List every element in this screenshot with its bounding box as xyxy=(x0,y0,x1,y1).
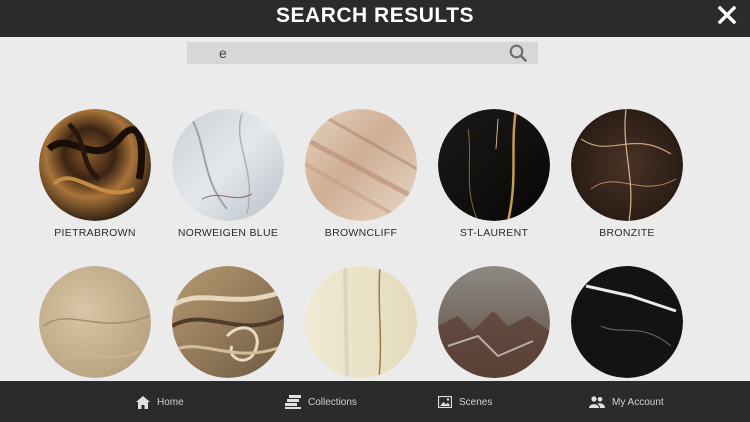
nav-collections[interactable]: Collections xyxy=(285,394,357,410)
result-item-pietrabrown[interactable]: PIETRABROWN xyxy=(39,109,151,239)
result-item[interactable] xyxy=(305,266,417,384)
stone-swatch[interactable] xyxy=(172,109,284,221)
stone-swatch[interactable] xyxy=(571,266,683,378)
stone-swatch[interactable] xyxy=(305,266,417,378)
stone-swatch[interactable] xyxy=(438,109,550,221)
stone-swatch[interactable] xyxy=(172,266,284,378)
nav-home[interactable]: Home xyxy=(136,394,184,410)
result-item[interactable] xyxy=(39,266,151,384)
bottom-nav: Home Collections Scenes My Account xyxy=(0,381,750,422)
result-item-label: PIETRABROWN xyxy=(54,227,136,239)
result-item-norweigen-blue[interactable]: NORWEIGEN BLUE xyxy=(172,109,284,239)
home-icon xyxy=(136,395,150,409)
nav-home-label: Home xyxy=(157,396,184,408)
result-item-browncliff[interactable]: BROWNCLIFF xyxy=(305,109,417,239)
search-input[interactable]: e xyxy=(187,42,538,64)
close-icon[interactable] xyxy=(716,4,738,26)
search-icon[interactable] xyxy=(509,44,527,62)
nav-my-account[interactable]: My Account xyxy=(589,394,664,410)
stone-swatch[interactable] xyxy=(305,109,417,221)
result-item-label: BROWNCLIFF xyxy=(324,227,398,239)
result-item-label: NORWEIGEN BLUE xyxy=(177,227,279,239)
page-title: SEARCH RESULTS xyxy=(276,4,474,27)
result-item[interactable] xyxy=(438,266,550,384)
result-item[interactable] xyxy=(571,266,683,384)
result-item-bronzite[interactable]: BRONZITE xyxy=(571,109,683,239)
result-item-st-laurent[interactable]: ST-LAURENT xyxy=(438,109,550,239)
nav-scenes-label: Scenes xyxy=(459,396,493,408)
collections-icon xyxy=(285,395,301,409)
stone-swatch[interactable] xyxy=(571,109,683,221)
header-bar: SEARCH RESULTS xyxy=(0,0,750,37)
stone-swatch[interactable] xyxy=(39,266,151,378)
stone-swatch[interactable] xyxy=(438,266,550,378)
nav-collections-label: Collections xyxy=(308,396,357,408)
stone-swatch[interactable] xyxy=(39,109,151,221)
nav-scenes[interactable]: Scenes xyxy=(438,394,492,410)
result-item-label: BRONZITE xyxy=(599,227,655,239)
users-icon xyxy=(589,396,605,408)
result-item[interactable] xyxy=(172,266,284,384)
image-icon xyxy=(438,396,452,408)
result-item-label: ST-LAURENT xyxy=(459,227,529,239)
search-value[interactable]: e xyxy=(219,45,227,61)
nav-my-account-label: My Account xyxy=(612,396,664,408)
